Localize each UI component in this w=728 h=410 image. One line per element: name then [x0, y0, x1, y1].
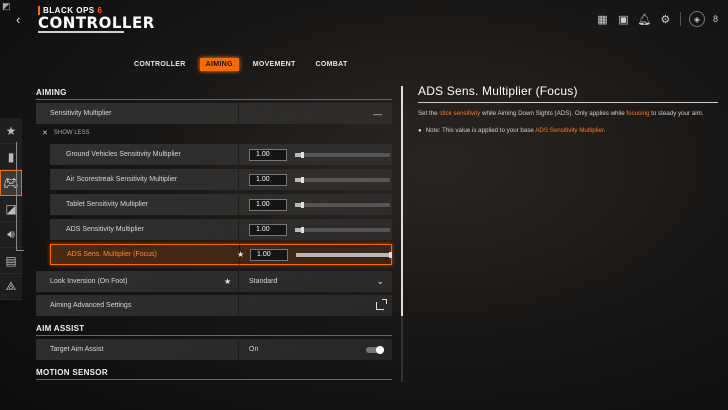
tab-movement[interactable]: MOVEMENT: [247, 58, 302, 71]
section-aiming: AIMING: [36, 88, 67, 97]
page-title: CONTROLLER: [38, 13, 155, 33]
sensitivity-multiplier-row[interactable]: Sensitivity Multiplier —: [36, 103, 392, 124]
row-label: Look Inversion (On Foot): [50, 278, 128, 285]
slider[interactable]: [295, 151, 390, 158]
row-label: Aiming Advanced Settings: [50, 302, 132, 309]
description-rule: [418, 102, 718, 103]
account-icon[interactable]: ⟁: [0, 274, 22, 300]
rank-icon[interactable]: ◈: [688, 11, 705, 27]
value-box[interactable]: 1.00: [249, 223, 287, 236]
row-label: Sensitivity Multiplier: [50, 110, 112, 117]
show-less-label: SHOW LESS: [53, 130, 90, 136]
store-icon[interactable]: ▣: [617, 13, 630, 26]
row-label: Target Aim Assist: [50, 346, 104, 353]
section-motion-sensor: MOTION SENSOR: [36, 368, 108, 377]
settings-tabs: CONTROLLER AIMING MOVEMENT COMBAT: [128, 58, 354, 71]
gamepad-icon[interactable]: 🎮︎: [0, 170, 22, 196]
row-label: ADS Sens. Multiplier (Focus): [67, 251, 157, 258]
slider[interactable]: [295, 176, 390, 183]
ads-sensitivity-row[interactable]: ADS Sensitivity Multiplier 1.00: [50, 219, 392, 240]
tab-controller[interactable]: CONTROLLER: [128, 58, 192, 71]
interface-icon[interactable]: ▤: [0, 248, 22, 274]
close-icon: ✕: [42, 130, 48, 137]
show-less-button[interactable]: ✕ SHOW LESS: [36, 126, 392, 140]
value-box[interactable]: 1.00: [249, 173, 287, 186]
favorite-star-icon[interactable]: ★: [224, 277, 231, 286]
air-scorestreak-row[interactable]: Air Scorestreak Sensitivity Multiplier 1…: [50, 169, 392, 190]
grid-icon[interactable]: ▦: [596, 13, 609, 26]
slider[interactable]: [296, 251, 392, 258]
value-box[interactable]: 1.00: [250, 248, 288, 261]
tree-line: [16, 142, 17, 250]
look-inversion-row[interactable]: Look Inversion (On Foot) ★ Standard ⌄: [36, 271, 392, 292]
description-title: ADS Sens. Multiplier (Focus): [418, 84, 578, 98]
tab-aiming[interactable]: AIMING: [199, 58, 239, 71]
value-box[interactable]: 1.00: [249, 148, 287, 161]
separator: [679, 12, 681, 26]
description-panel: ADS Sens. Multiplier (Focus) Set the sti…: [418, 84, 718, 134]
bullet-icon[interactable]: ▮: [0, 144, 22, 170]
row-label: Air Scorestreak Sensitivity Multiplier: [66, 176, 178, 183]
slider[interactable]: [295, 201, 390, 208]
row-label: ADS Sensitivity Multiplier: [66, 226, 144, 233]
tablet-row[interactable]: Tablet Sensitivity Multiplier 1.00: [50, 194, 392, 215]
dropdown-value: Standard: [249, 278, 278, 285]
row-divider: [238, 295, 239, 316]
chevron-down-icon[interactable]: ⌄: [376, 276, 384, 287]
aiming-advanced-row[interactable]: Aiming Advanced Settings: [36, 295, 392, 316]
gear-icon[interactable]: ⚙: [659, 13, 672, 26]
bell-icon[interactable]: 🔔︎: [638, 13, 652, 26]
ground-vehicles-row[interactable]: Ground Vehicles Sensitivity Multiplier 1…: [50, 144, 392, 165]
settings-panel: AIMING Sensitivity Multiplier — ✕ SHOW L…: [36, 88, 392, 380]
ads-focus-row[interactable]: ADS Sens. Multiplier (Focus) ★ 1.00: [50, 244, 392, 265]
top-icons: ▦ ▣ 🔔︎ ⚙ ◈ 8: [596, 11, 718, 27]
favorite-star-icon[interactable]: ★: [237, 250, 244, 259]
tab-combat[interactable]: COMBAT: [310, 58, 354, 71]
sidebar: ★ ▮ 🎮︎ ◪ 🔊︎ ▤ ⟁: [0, 118, 22, 300]
external-link-icon[interactable]: [376, 298, 387, 310]
row-divider: [238, 103, 239, 124]
back-arrow-icon[interactable]: ‹: [16, 12, 20, 27]
collapse-icon[interactable]: —: [373, 109, 382, 119]
section-aim-assist: AIM ASSIST: [36, 324, 85, 333]
display-icon[interactable]: ◪: [0, 196, 22, 222]
row-label: Ground Vehicles Sensitivity Multiplier: [66, 151, 181, 158]
row-label: Tablet Sensitivity Multiplier: [66, 201, 149, 208]
value-box[interactable]: 1.00: [249, 198, 287, 211]
target-aim-assist-row[interactable]: Target Aim Assist On: [36, 339, 392, 360]
toggle-switch[interactable]: [366, 345, 384, 354]
top-bar: ◩ ‹ BLACK OPS 6 CONTROLLER ▦ ▣ 🔔︎ ⚙ ◈ 8: [0, 0, 728, 40]
section-rule: [36, 379, 392, 380]
star-icon[interactable]: ★: [0, 118, 22, 144]
section-rule: [36, 99, 392, 100]
info-icon: ●: [418, 127, 422, 134]
audio-icon[interactable]: 🔊︎: [0, 222, 22, 248]
description-body: Set the stick sensitivity while Aiming D…: [418, 110, 704, 117]
section-rule: [36, 335, 392, 336]
scrollbar-thumb[interactable]: [401, 86, 403, 316]
description-note: ● Note: This value is applied to your ba…: [418, 127, 606, 134]
player-level: 8: [712, 14, 718, 24]
window-icon: ◩: [2, 1, 11, 11]
tree-line: [16, 250, 24, 251]
title-underline: [38, 31, 124, 33]
slider[interactable]: [295, 226, 390, 233]
